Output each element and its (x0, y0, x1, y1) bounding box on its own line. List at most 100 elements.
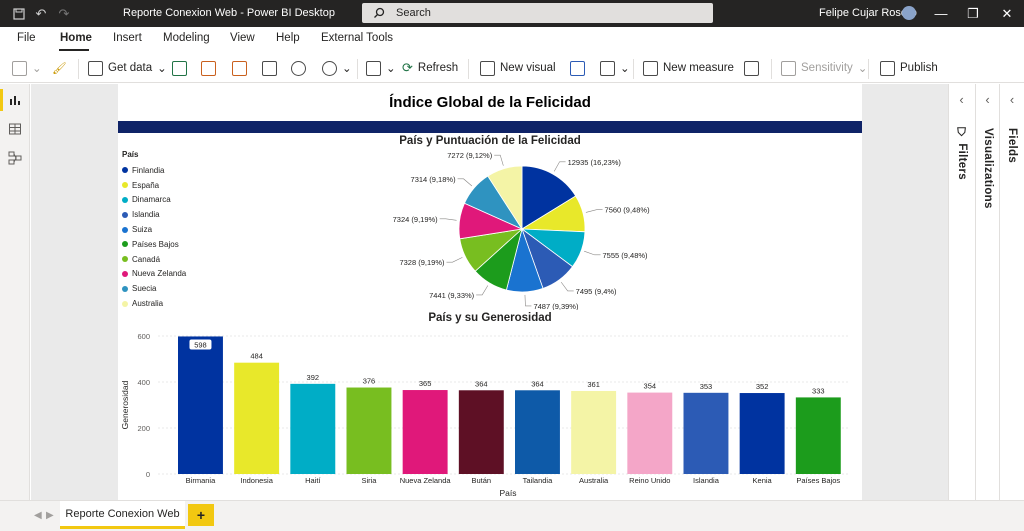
new-measure-button[interactable]: New measure (643, 58, 734, 78)
menu-view[interactable]: View (230, 32, 255, 44)
bar[interactable] (178, 336, 223, 474)
prev-page-icon[interactable]: ◀ (34, 510, 42, 521)
x-tick-label: Países Bajos (796, 476, 840, 485)
pie-leader-line (524, 294, 532, 307)
link-icon (291, 60, 306, 76)
x-tick-label: Indonesia (240, 476, 273, 485)
collapse-filters-icon[interactable]: ‹ (949, 92, 974, 107)
new-visual-button[interactable]: New visual (480, 58, 556, 78)
next-page-icon[interactable]: ▶ (46, 510, 54, 521)
x-tick-label: Tailandia (523, 476, 553, 485)
bar[interactable] (234, 362, 280, 474)
bar[interactable] (571, 390, 617, 474)
pie-data-label: 7314 (9,18%) (411, 175, 457, 184)
pie-leader-line (439, 218, 457, 221)
refresh-button[interactable]: ⟳ Refresh (402, 58, 458, 78)
transform-button[interactable]: ⌄ (366, 58, 396, 78)
search-placeholder: Search (396, 7, 431, 19)
menu-help[interactable]: Help (276, 32, 300, 44)
menu-file[interactable]: File (17, 32, 36, 44)
fields-pane[interactable]: ‹ Fields (999, 84, 1024, 500)
visualizations-label: Visualizations (982, 128, 994, 209)
menu-modeling[interactable]: Modeling (163, 32, 210, 44)
pie-leader-line (553, 161, 566, 172)
dataverse-button[interactable] (232, 58, 247, 78)
x-tick-label: Reino Unido (629, 476, 670, 485)
text-box-button[interactable] (570, 58, 585, 78)
quick-measure-button[interactable] (744, 58, 759, 78)
minimize-icon[interactable]: — (924, 0, 958, 27)
menu-home[interactable]: Home (60, 32, 92, 44)
filters-pane[interactable]: ‹ ⛉ Filters (948, 84, 974, 500)
refresh-icon: ⟳ (402, 60, 413, 75)
enter-data-button[interactable] (262, 58, 277, 78)
save-icon[interactable] (8, 0, 30, 27)
page-tab[interactable]: Reporte Conexion Web (60, 501, 185, 529)
sensitivity-button: Sensitivity ⌄ (781, 58, 867, 78)
avatar[interactable] (902, 6, 916, 20)
report-page: Índice Global de la Felicidad País y Pun… (118, 84, 862, 500)
format-painter-button[interactable]: 🖌 (52, 58, 67, 78)
transform-data-button[interactable]: ⌄ (322, 58, 352, 78)
bar-data-label: 365 (419, 379, 432, 388)
redo-icon: ↷ (58, 5, 70, 21)
bar[interactable] (346, 387, 392, 474)
bar[interactable] (458, 390, 504, 474)
bar[interactable] (683, 392, 729, 474)
bar-chart[interactable]: 0 200 400 600 Generosidad 598 Birmania 484 Indon… (118, 324, 862, 500)
bar[interactable] (515, 390, 560, 474)
collapse-fields-icon[interactable]: ‹ (1000, 92, 1024, 107)
publish-button[interactable]: Publish (880, 58, 938, 78)
pie-data-label: 7487 (9,39%) (533, 302, 579, 310)
bar[interactable] (402, 390, 448, 474)
pie-chart[interactable]: 12935 (16,23%) 7560 (9,48%) 7555 (9,48%) 74… (118, 150, 862, 310)
close-icon[interactable]: ✕ (990, 0, 1024, 27)
bar-data-label: 361 (587, 380, 600, 389)
fields-label: Fields (1006, 128, 1018, 164)
pie-leader-line (560, 281, 574, 292)
data-hub-button[interactable] (201, 58, 216, 78)
pie-data-label: 7328 (9,19%) (399, 258, 445, 267)
report-view-button[interactable] (0, 86, 30, 114)
restore-icon[interactable]: ❐ (956, 0, 990, 27)
data-view-button[interactable] (0, 115, 30, 143)
recent-sources-button[interactable] (291, 58, 306, 78)
pie-leader-line (584, 250, 601, 256)
bar-data-label: 364 (475, 379, 488, 388)
y-tick-label: 0 (146, 470, 150, 479)
get-data-button[interactable]: Get data ⌄ (88, 58, 167, 78)
bar[interactable] (290, 383, 336, 474)
pie-chart-title: País y Puntuación de la Felicidad (399, 135, 581, 147)
x-tick-label: Bután (471, 476, 491, 485)
bar-data-label: 598 (194, 340, 207, 349)
clock-icon (322, 60, 337, 76)
y-tick-label: 400 (137, 378, 150, 387)
excel-button[interactable] (172, 58, 187, 78)
pie-data-label: 7555 (9,48%) (603, 251, 649, 260)
model-view-button[interactable] (0, 144, 30, 172)
bar-data-label: 353 (700, 382, 713, 391)
more-visuals-button[interactable]: ⌄ (600, 58, 630, 78)
undo-icon[interactable]: ↶ (30, 0, 52, 27)
search-box[interactable]: Search (362, 3, 713, 23)
bar[interactable] (795, 397, 841, 474)
bar[interactable] (627, 392, 673, 474)
paste-button: ⌄ (12, 58, 42, 78)
visualizations-pane[interactable]: ‹ Visualizations (975, 84, 999, 500)
bar[interactable] (739, 393, 785, 474)
menu-insert[interactable]: Insert (113, 32, 142, 44)
excel-icon (172, 60, 187, 76)
add-page-button[interactable]: + (188, 504, 214, 526)
title-banner (118, 121, 862, 133)
sensitivity-icon (781, 60, 796, 76)
filters-text: Filters (956, 143, 968, 180)
calculator-icon (643, 60, 658, 76)
text-box-icon (570, 60, 585, 76)
new-visual-label: New visual (500, 62, 556, 74)
menu-external-tools[interactable]: External Tools (321, 32, 393, 44)
x-tick-label: Nueva Zelanda (400, 476, 452, 485)
y-tick-label: 600 (137, 332, 150, 341)
bar-data-label: 333 (812, 386, 825, 395)
collapse-visualizations-icon[interactable]: ‹ (976, 92, 999, 107)
ribbon: ⌄ 🖌 Get data ⌄ ⌄ ⌄ ⟳ Refresh New visual ⌄ … (0, 53, 1024, 83)
